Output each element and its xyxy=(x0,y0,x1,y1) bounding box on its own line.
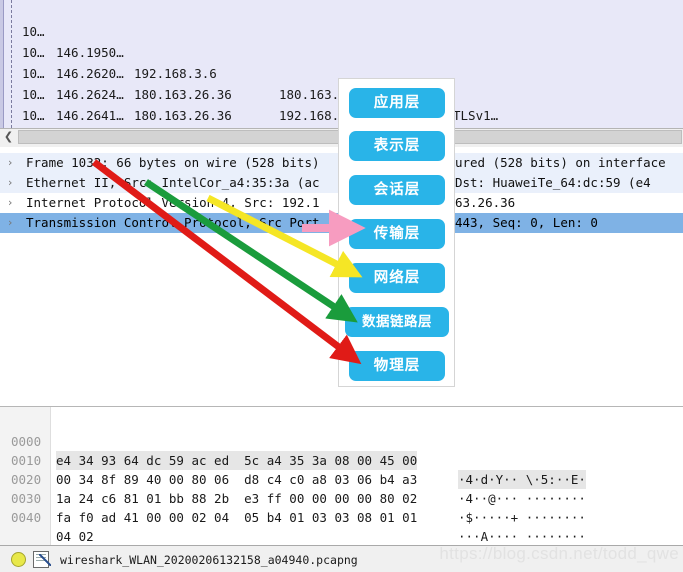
hex-bytes: 04 02 xyxy=(56,529,94,544)
osi-layer-network[interactable]: 网络层 xyxy=(349,263,445,293)
status-bar: wireshark_WLAN_20200206132158_a04940.pca… xyxy=(0,545,683,572)
osi-layer-datalink[interactable]: 数据链路层 xyxy=(345,307,449,337)
osi-layer-transport[interactable]: 传输层 xyxy=(349,219,445,249)
hex-offset: 0040 xyxy=(11,510,42,525)
hex-bytes: 00 34 8f 89 40 00 80 06 d8 c4 c0 a8 03 0… xyxy=(56,472,418,487)
hex-ascii: ·4·d·Y·· \·5:··E· xyxy=(458,470,586,489)
hex-bytes: fa f0 ad 41 00 00 02 04 05 b4 01 03 03 0… xyxy=(56,510,418,525)
scroll-left-icon[interactable]: ❮ xyxy=(0,129,17,145)
osi-layer-session[interactable]: 会话层 xyxy=(349,175,445,205)
capture-file-properties-icon[interactable] xyxy=(33,551,51,568)
hex-bytes: 1a 24 c6 81 01 bb 88 2b e3 ff 00 00 00 0… xyxy=(56,491,418,506)
chevron-right-icon[interactable]: › xyxy=(8,173,22,193)
packet-list-focus-indicator xyxy=(11,0,12,128)
hex-row[interactable]: 0010 00 34 8f 89 40 00 80 06 d8 c4 c0 a8… xyxy=(0,432,586,506)
hex-row[interactable]: 0000 e4 34 93 64 dc 59 ac ed 5c a4 35 3a… xyxy=(0,413,586,489)
osi-layer-physical[interactable]: 物理层 xyxy=(349,351,445,381)
chevron-right-icon[interactable]: › xyxy=(8,213,22,233)
hex-bytes: e4 34 93 64 dc 59 ac ed 5c a4 35 3a 08 0… xyxy=(56,451,418,470)
capture-filename: wireshark_WLAN_20200206132158_a04940.pca… xyxy=(60,553,358,567)
chevron-right-icon[interactable]: › xyxy=(8,193,22,213)
osi-layer-overlay-panel: 应用层 表示层 会话层 传输层 网络层 数据链路层 物理层 xyxy=(338,78,455,387)
packet-row[interactable]: 10… 146.2620… 180.163.26.36 192.168.3.6 … xyxy=(16,21,683,123)
packet-list-left-edge xyxy=(0,0,4,128)
packet-row[interactable]: 10… 146.2624… 180.163.26.36 192.168.3.6 … xyxy=(16,42,683,123)
chevron-right-icon[interactable]: › xyxy=(8,153,22,173)
hex-ascii: ·4··@··· ········ xyxy=(458,491,586,506)
hex-row[interactable]: 0020 1a 24 c6 81 01 bb 88 2b e3 ff 00 00… xyxy=(0,451,586,525)
osi-layer-presentation[interactable]: 表示层 xyxy=(349,131,445,161)
detail-row-label: Transmission Control Protocol, Src Port … xyxy=(26,215,598,230)
hex-row[interactable]: 0040 04 02 ·· xyxy=(0,489,94,544)
packet-bytes-pane[interactable]: 0000 e4 34 93 64 dc 59 ac ed 5c a4 35 3a… xyxy=(0,406,683,546)
hex-row[interactable]: 0030 fa f0 ad 41 00 00 02 04 05 b4 01 03… xyxy=(0,470,586,544)
hex-ascii: ·$·····+ ········ xyxy=(458,510,586,525)
capture-status-icon[interactable] xyxy=(11,552,26,567)
wireshark-window: 10… 146.1950… 192.168.3.6 180.163.26.36 … xyxy=(0,0,683,572)
osi-layer-application[interactable]: 应用层 xyxy=(349,88,445,118)
hex-ascii: ···A···· ········ xyxy=(458,529,586,544)
packet-row[interactable]: 10… 146.1950… 192.168.3.6 180.163.26.36 … xyxy=(16,0,683,123)
